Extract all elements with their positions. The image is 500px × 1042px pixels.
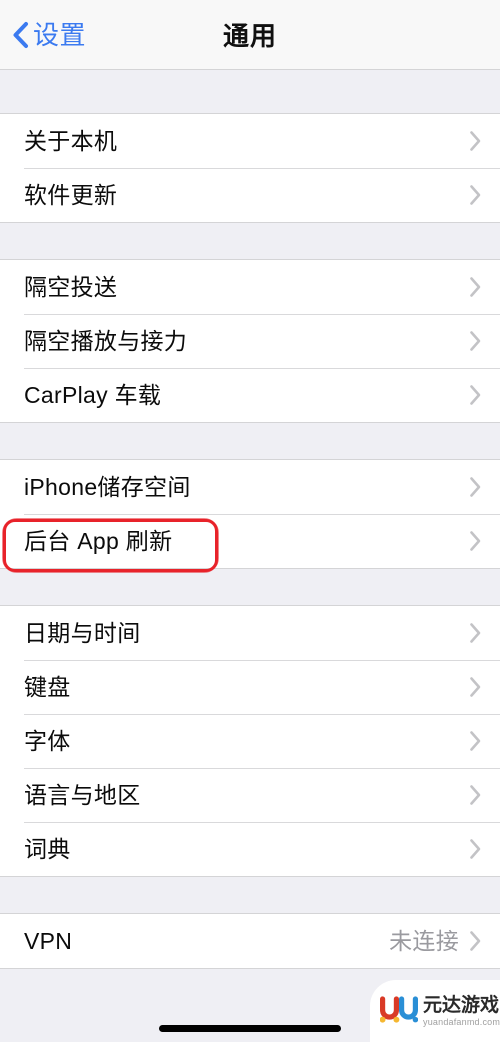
settings-general-screen: 设置 通用 关于本机 软件更新 隔空投送 隔空播放与接力 CarPlay 车载 … [0,0,500,1042]
chevron-right-icon [470,185,481,205]
chevron-right-icon [470,477,481,497]
row-about[interactable]: 关于本机 [0,114,500,168]
chevron-right-icon [470,731,481,751]
row-airdrop[interactable]: 隔空投送 [0,260,500,314]
settings-group-device-info: 关于本机 软件更新 [0,113,500,223]
section-gap [0,223,500,259]
chevron-right-icon [470,385,481,405]
chevron-right-icon [470,677,481,697]
settings-group-storage: iPhone储存空间 后台 App 刷新 [0,459,500,569]
row-vpn[interactable]: VPN 未连接 [0,914,500,968]
row-label: 隔空投送 [24,273,118,300]
row-label: 隔空播放与接力 [24,327,188,354]
row-label: 软件更新 [24,181,118,208]
section-gap [0,569,500,605]
vpn-status-value: 未连接 [389,927,459,954]
section-gap [0,70,500,113]
chevron-right-icon [470,839,481,859]
section-gap [0,423,500,459]
yuanda-logo-icon [380,996,418,1023]
row-label: 字体 [24,727,71,754]
row-label: VPN [24,927,73,954]
back-button-label: 设置 [33,19,87,50]
settings-group-localization: 日期与时间 键盘 字体 语言与地区 词典 [0,605,500,877]
watermark-url: yuandafanmd.com [423,1016,500,1027]
row-label: 语言与地区 [24,781,141,808]
settings-list: 关于本机 软件更新 隔空投送 隔空播放与接力 CarPlay 车载 iPhone… [0,70,500,1033]
chevron-right-icon [470,277,481,297]
chevron-right-icon [470,931,481,951]
watermark-text: 元达游戏 yuandafanmd.com [423,996,500,1027]
row-keyboard[interactable]: 键盘 [0,660,500,714]
watermark-title: 元达游戏 [423,994,500,1016]
back-to-settings-button[interactable]: 设置 [12,21,86,49]
chevron-right-icon [470,531,481,551]
settings-group-network: VPN 未连接 [0,913,500,969]
row-label: 键盘 [24,673,71,700]
row-date-time[interactable]: 日期与时间 [0,606,500,660]
section-gap [0,877,500,913]
row-label: 关于本机 [24,127,118,154]
row-fonts[interactable]: 字体 [0,714,500,768]
chevron-right-icon [470,785,481,805]
watermark: 元达游戏 yuandafanmd.com [370,980,500,1042]
home-indicator[interactable] [159,1025,341,1032]
row-airplay-handoff[interactable]: 隔空播放与接力 [0,314,500,368]
row-background-app-refresh[interactable]: 后台 App 刷新 [0,514,500,568]
row-label: CarPlay 车载 [24,381,162,408]
settings-group-connectivity: 隔空投送 隔空播放与接力 CarPlay 车载 [0,259,500,423]
row-carplay[interactable]: CarPlay 车载 [0,368,500,422]
chevron-right-icon [470,131,481,151]
chevron-right-icon [470,331,481,351]
row-label: 日期与时间 [24,619,141,646]
row-iphone-storage[interactable]: iPhone储存空间 [0,460,500,514]
row-label: 词典 [24,835,71,862]
chevron-left-icon [13,21,28,48]
chevron-right-icon [470,623,481,643]
row-software-update[interactable]: 软件更新 [0,168,500,222]
row-language-region[interactable]: 语言与地区 [0,768,500,822]
row-label: iPhone储存空间 [24,473,191,500]
row-label: 后台 App 刷新 [24,527,173,554]
row-dictionary[interactable]: 词典 [0,822,500,876]
navigation-bar: 设置 通用 [0,0,500,70]
